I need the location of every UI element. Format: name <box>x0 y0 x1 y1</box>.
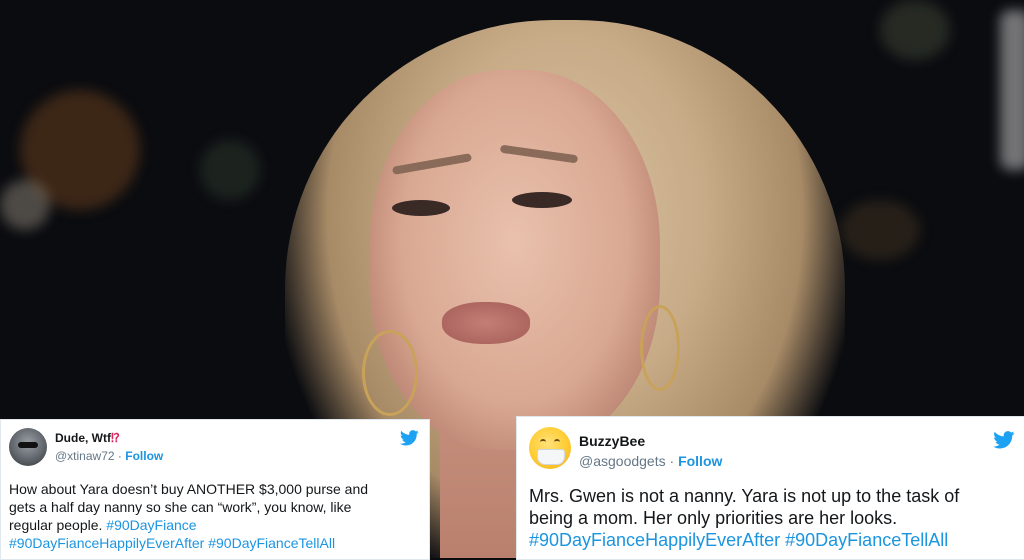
tweet-card[interactable]: BuzzyBee @asgoodgets · Follow Mrs. Gwen … <box>516 416 1024 560</box>
tweet-text-segment: regular people. <box>9 517 107 533</box>
follow-button[interactable]: Follow <box>125 449 163 463</box>
display-name-text: Dude, Wtf <box>55 431 111 445</box>
tweet-text-line: #90DayFianceHappilyEverAfter #90DayFianc… <box>529 529 1015 551</box>
emoji-eye <box>540 439 546 445</box>
face-with-medical-mask-emoji-icon[interactable] <box>529 427 571 469</box>
right-hoop-earring <box>640 305 680 391</box>
bokeh-light <box>1000 10 1024 170</box>
lips <box>442 302 530 344</box>
interrobang-icon: ⁉ <box>111 431 120 445</box>
hashtag-link[interactable]: #90DayFianceHappilyEverAfter <box>529 530 780 550</box>
hashtag-link[interactable]: #90DayFianceTellAll <box>208 535 335 551</box>
sunglasses-icon <box>18 442 38 448</box>
tweet-text: Mrs. Gwen is not a nanny. Yara is not up… <box>529 485 1015 551</box>
follow-button[interactable]: Follow <box>678 453 722 469</box>
separator-dot: · <box>117 449 122 463</box>
tweet-text-line: Mrs. Gwen is not a nanny. Yara is not up… <box>529 486 960 506</box>
separator-dot: · <box>669 453 675 469</box>
display-name[interactable]: BuzzyBee <box>579 433 645 449</box>
emoji-eye <box>554 439 560 445</box>
twitter-bird-icon[interactable] <box>993 431 1015 449</box>
tweet-text-line: regular people. #90DayFiance <box>9 516 423 534</box>
left-hoop-earring <box>362 330 418 416</box>
bokeh-light <box>880 0 950 60</box>
tweet-text-line: #90DayFianceHappilyEverAfter #90DayFianc… <box>9 534 423 552</box>
medical-mask-icon <box>537 449 565 465</box>
display-name[interactable]: Dude, Wtf⁉ <box>55 431 120 445</box>
user-handle[interactable]: @xtinaw72 <box>55 449 115 463</box>
bokeh-light <box>840 200 920 260</box>
tweet-card[interactable]: Dude, Wtf⁉ @xtinaw72 · Follow How about … <box>0 419 430 560</box>
right-eye <box>512 192 572 208</box>
bokeh-light <box>200 140 260 200</box>
twitter-bird-icon[interactable] <box>400 430 419 446</box>
tweet-text-line: being a mom. Her only priorities are her… <box>529 508 898 528</box>
hashtag-link[interactable]: #90DayFianceTellAll <box>785 530 948 550</box>
hashtag-link[interactable]: #90DayFianceHappilyEverAfter <box>9 535 204 551</box>
hashtag-link[interactable]: #90DayFiance <box>106 517 196 533</box>
handle-line: @xtinaw72 · Follow <box>55 449 163 463</box>
left-eye <box>392 200 450 216</box>
tweet-text-line: gets a half day nanny so she can “work”,… <box>9 499 352 515</box>
tweet-text: How about Yara doesn’t buy ANOTHER $3,00… <box>9 480 423 552</box>
tweet-text-line: How about Yara doesn’t buy ANOTHER $3,00… <box>9 481 369 497</box>
user-handle[interactable]: @asgoodgets <box>579 453 666 469</box>
bokeh-light <box>0 180 50 230</box>
avatar-sunglasses-icon[interactable] <box>9 428 47 466</box>
handle-line: @asgoodgets · Follow <box>579 453 722 469</box>
